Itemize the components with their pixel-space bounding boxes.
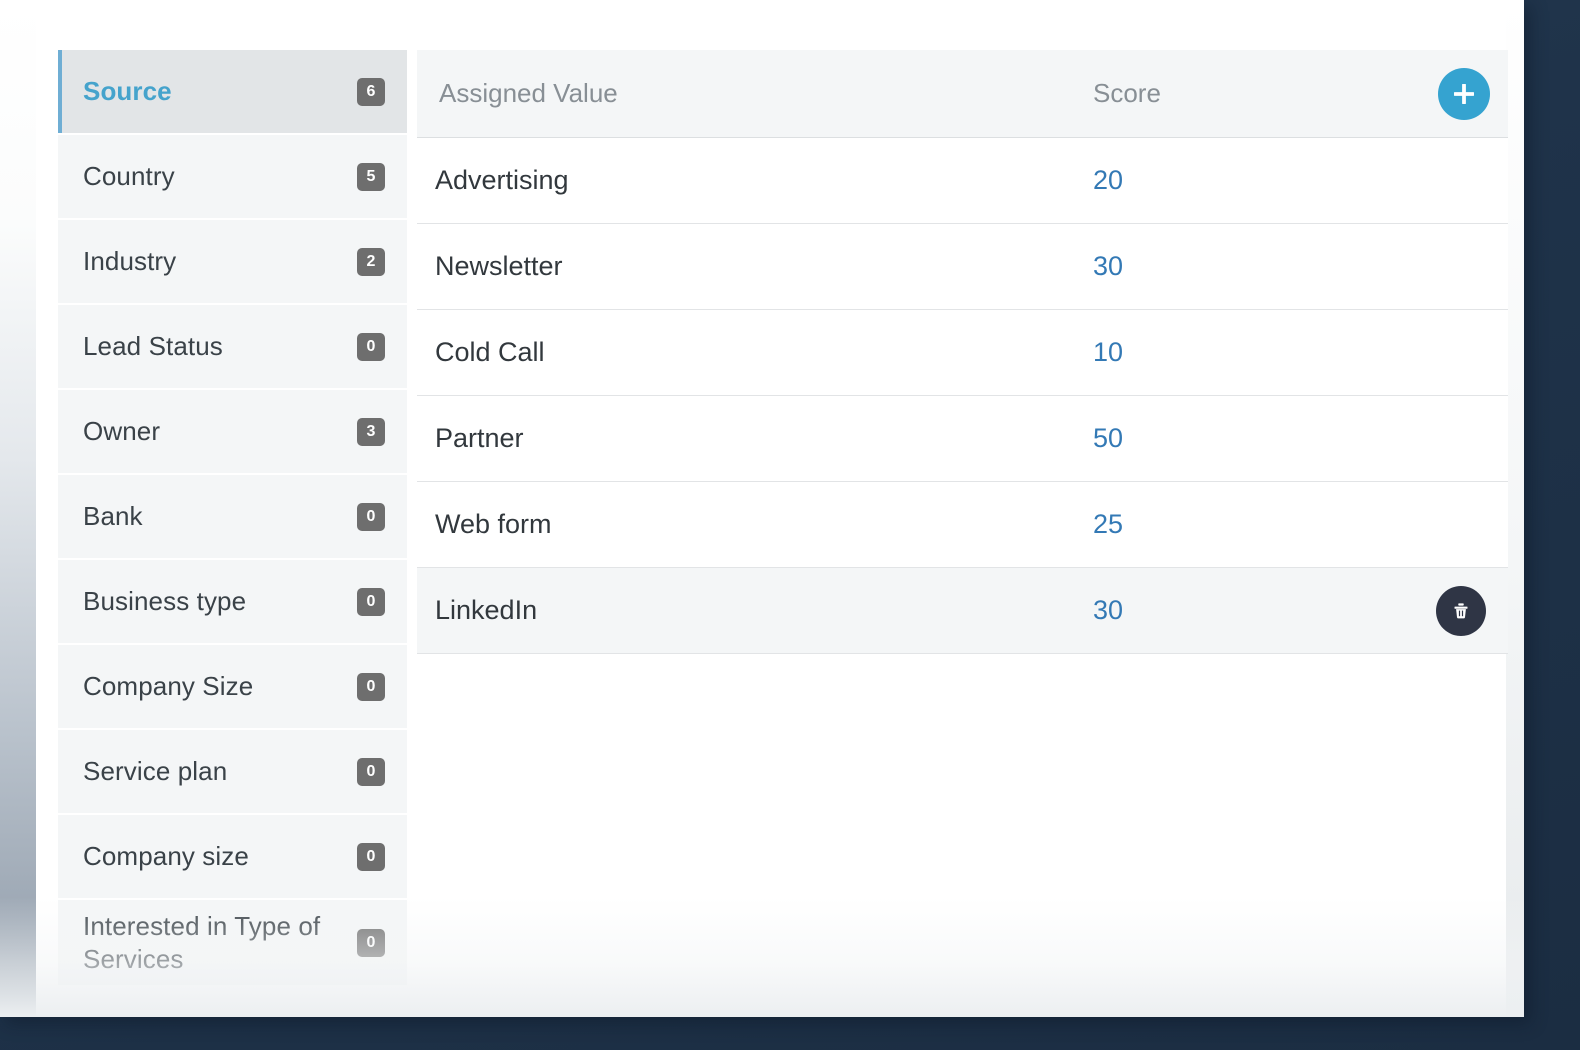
cell-score[interactable]: 30 <box>1093 595 1393 626</box>
cell-assigned-value[interactable]: Web form <box>435 509 1093 540</box>
scoring-panel: Source 6 Country 5 Industry 2 Lead Status 0 Owne… <box>58 50 1508 1005</box>
table-row[interactable]: Partner 50 <box>417 396 1508 482</box>
sidebar-item[interactable]: Company size 0 <box>58 815 407 898</box>
sidebar-item[interactable]: Industry 2 <box>58 220 407 303</box>
table-body: Advertising 20 Newsletter 30 Cold Call 10 Part… <box>417 138 1508 654</box>
sidebar-item-count-badge: 3 <box>357 417 385 446</box>
sidebar-item[interactable]: Service plan 0 <box>58 730 407 813</box>
table-row[interactable]: Web form 25 <box>417 482 1508 568</box>
sidebar-item-label: Lead Status <box>83 331 223 362</box>
sidebar-item[interactable]: Business type 0 <box>58 560 407 643</box>
sidebar-item[interactable]: Owner 3 <box>58 390 407 473</box>
cell-assigned-value[interactable]: Advertising <box>435 165 1093 196</box>
sidebar-item-label: Interested in Type of Services <box>83 911 321 974</box>
cell-assigned-value[interactable]: Cold Call <box>435 337 1093 368</box>
add-value-button[interactable] <box>1438 67 1490 120</box>
right-gutter <box>1506 0 1524 1017</box>
sidebar-item-label: Business type <box>83 586 247 617</box>
sidebar-item-label: Service plan <box>83 756 228 787</box>
sidebar-item-label: Owner <box>83 416 161 447</box>
sidebar-item[interactable]: Interested in Type of Services 0 <box>58 900 407 985</box>
plus-icon <box>1449 79 1479 109</box>
trash-icon <box>1449 599 1473 623</box>
sidebar-item-count-badge: 2 <box>357 247 385 276</box>
cell-score[interactable]: 25 <box>1093 509 1393 540</box>
table-row[interactable]: Cold Call 10 <box>417 310 1508 396</box>
sidebar-item-count-badge: 0 <box>357 757 385 786</box>
sidebar-item-count-badge: 0 <box>357 672 385 701</box>
cell-score[interactable]: 50 <box>1093 423 1393 454</box>
sidebar-item[interactable]: Lead Status 0 <box>58 305 407 388</box>
cell-score[interactable]: 30 <box>1093 251 1393 282</box>
sidebar-item-count-badge: 0 <box>357 332 385 361</box>
cell-assigned-value[interactable]: LinkedIn <box>435 595 1093 626</box>
app-card: Source 6 Country 5 Industry 2 Lead Status 0 Owne… <box>0 0 1524 1017</box>
sidebar-item-label: Industry <box>83 246 177 277</box>
table-row[interactable]: Newsletter 30 <box>417 224 1508 310</box>
sidebar-item[interactable]: Company Size 0 <box>58 645 407 728</box>
column-header-assigned-value: Assigned Value <box>439 78 618 108</box>
sidebar-item-count-badge: 0 <box>357 842 385 871</box>
sidebar-item-label: Source <box>83 76 172 107</box>
sidebar-item-count-badge: 0 <box>357 502 385 531</box>
sidebar-item-label: Company Size <box>83 671 254 702</box>
table-row[interactable]: Advertising 20 <box>417 138 1508 224</box>
field-list-sidebar: Source 6 Country 5 Industry 2 Lead Status 0 Owne… <box>58 50 407 987</box>
cell-score[interactable]: 20 <box>1093 165 1393 196</box>
cell-assigned-value[interactable]: Newsletter <box>435 251 1093 282</box>
sidebar-item-count-badge: 6 <box>357 77 385 106</box>
sidebar-item[interactable]: Bank 0 <box>58 475 407 558</box>
sidebar-item-count-badge: 0 <box>357 928 385 957</box>
sidebar-item[interactable]: Country 5 <box>58 135 407 218</box>
delete-row-button[interactable] <box>1436 585 1486 636</box>
sidebar-item-label: Country <box>83 161 175 192</box>
left-gutter <box>0 0 36 1017</box>
sidebar-item-label: Bank <box>83 501 143 532</box>
table-row[interactable]: LinkedIn 30 <box>417 568 1508 654</box>
sidebar-item-label: Company size <box>83 841 249 872</box>
column-header-score: Score <box>1093 78 1161 108</box>
cell-score[interactable]: 10 <box>1093 337 1393 368</box>
table-header-row: Assigned Value Score <box>417 50 1508 138</box>
sidebar-item-count-badge: 5 <box>357 162 385 191</box>
sidebar-item[interactable]: Source 6 <box>58 50 407 133</box>
sidebar-item-count-badge: 0 <box>357 587 385 616</box>
assigned-values-table: Assigned Value Score Advertising 20 Newsle… <box>417 50 1508 654</box>
cell-assigned-value[interactable]: Partner <box>435 423 1093 454</box>
